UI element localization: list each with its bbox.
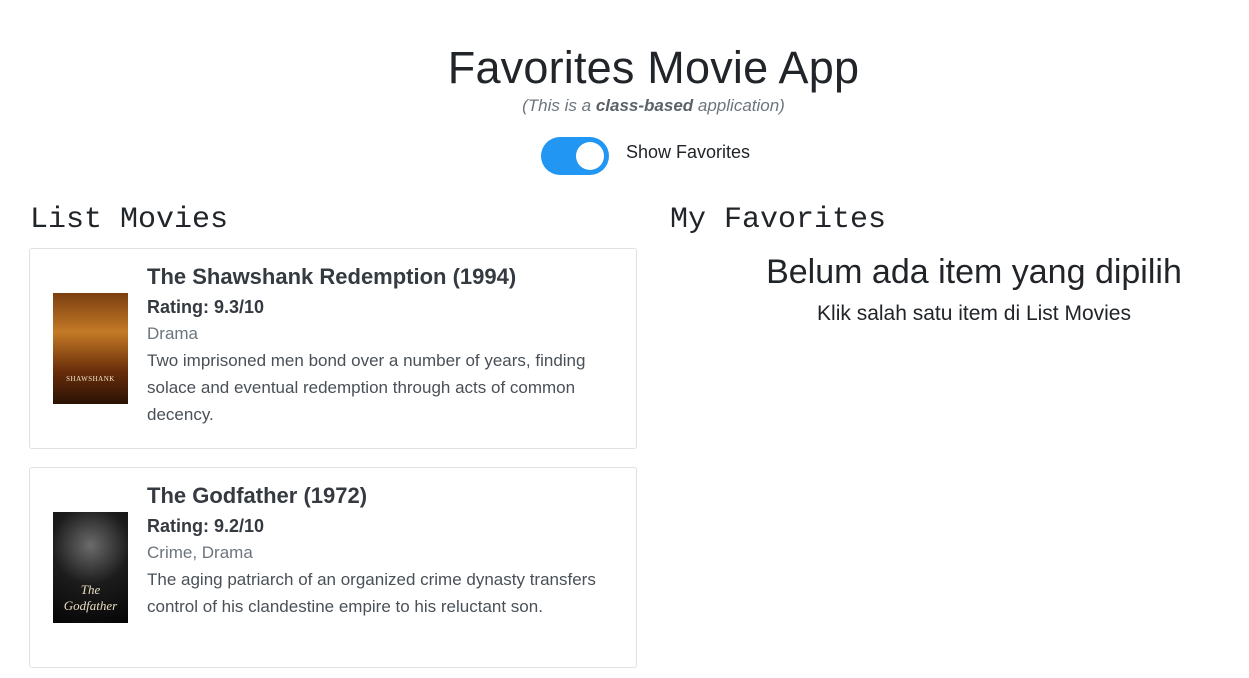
movie-title: The Godfather (1972) [147, 483, 368, 508]
movie-poster: The Godfather [53, 512, 128, 623]
my-favorites-heading: My Favorites [670, 203, 887, 237]
movie-genre: Drama [147, 324, 199, 343]
movie-description: Two imprisoned men bond over a number of… [147, 351, 586, 424]
show-favorites-switch[interactable] [541, 137, 609, 175]
subtitle-bold: class-based [595, 96, 694, 115]
poster-title: The Godfather [63, 582, 118, 613]
app-page: Favorites Movie App (This is a class-bas… [0, 0, 1249, 678]
favorites-empty-title: Belum ada item yang dipilih [766, 253, 1182, 291]
app-title: Favorites Movie App [447, 42, 860, 93]
movie-genre: Crime, Drama [147, 543, 253, 562]
subtitle-prefix: (This is a [522, 96, 596, 115]
list-movies-heading: List Movies [30, 203, 229, 237]
poster-title: SHAWSHANK [66, 375, 115, 383]
show-favorites-toggle-group: Show Favorites [541, 137, 750, 175]
movie-card-body: The Shawshank Redemption (1994) Rating: … [147, 263, 617, 428]
app-subtitle: (This is a class-based application) [0, 95, 1249, 117]
movie-title: The Shawshank Redemption (1994) [147, 264, 517, 289]
movie-card-body: The Godfather (1972) Rating: 9.2/10 Crim… [147, 482, 617, 620]
show-favorites-label[interactable]: Show Favorites [626, 142, 750, 163]
movie-card[interactable]: SHAWSHANK The Shawshank Redemption (1994… [29, 248, 637, 449]
movie-rating: Rating: 9.3/10 [147, 297, 265, 317]
movie-rating: Rating: 9.2/10 [147, 516, 265, 536]
favorites-empty-subtitle: Klik salah satu item di List Movies [817, 302, 1131, 325]
movie-card[interactable]: The Godfather The Godfather (1972) Ratin… [29, 467, 637, 668]
subtitle-suffix: application) [693, 96, 785, 115]
movie-description: The aging patriarch of an organized crim… [147, 570, 596, 616]
movie-poster: SHAWSHANK [53, 293, 128, 404]
switch-knob [576, 142, 604, 170]
